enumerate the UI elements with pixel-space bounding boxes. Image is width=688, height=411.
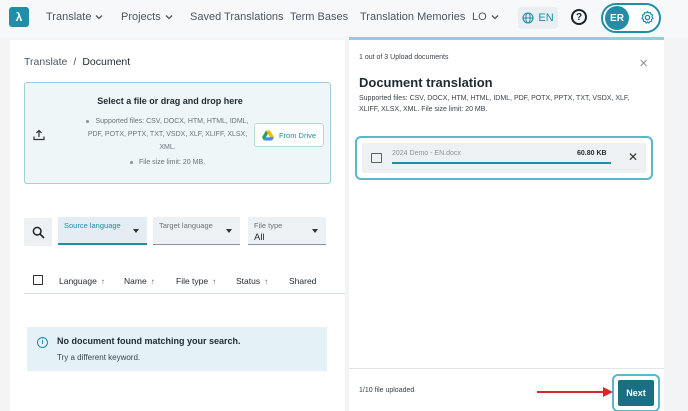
column-shared-label: Shared — [289, 276, 317, 286]
nav-translate[interactable]: Translate — [46, 11, 103, 23]
sort-arrow-icon: ↑ — [212, 277, 217, 286]
source-language-label: Source language — [64, 221, 121, 230]
annotation-arrow-icon — [537, 387, 613, 397]
column-language-label: Language — [59, 276, 97, 286]
next-button-label: Next — [626, 388, 646, 398]
caret-down-icon — [312, 229, 318, 233]
nav-projects[interactable]: Projects — [121, 11, 173, 23]
gear-icon[interactable] — [640, 10, 655, 25]
nav-saved-translations-label: Saved Translations — [190, 11, 284, 23]
top-navigation: λ Translate Projects Saved Translations … — [0, 0, 688, 37]
avatar[interactable]: ER — [605, 6, 629, 30]
globe-icon — [522, 12, 534, 24]
column-shared[interactable]: Shared — [289, 276, 316, 286]
language-selector[interactable]: EN — [518, 7, 558, 29]
file-size: 60.80 KB — [577, 150, 607, 157]
file-type-select[interactable]: File type All — [248, 217, 326, 245]
chevron-down-icon — [95, 15, 103, 20]
uploaded-file-card: 2024 Demo - EN.docx 60.80 KB ✕ — [355, 136, 653, 180]
file-type-label: File type — [254, 221, 283, 230]
nav-translation-memories-label: Translation Memories — [360, 11, 466, 23]
dropzone-supported: Supported files: CSV, DOCX, HTM, HTML, I… — [87, 118, 249, 151]
sort-arrow-icon: ↑ — [264, 277, 269, 286]
chevron-down-icon — [491, 15, 499, 20]
nav-saved-translations[interactable]: Saved Translations — [190, 11, 284, 23]
column-name[interactable]: Name ↑ — [124, 276, 155, 286]
target-language-label: Target language — [159, 221, 213, 230]
search-button[interactable] — [24, 218, 52, 246]
nav-lo-label: LO — [472, 11, 487, 23]
column-status[interactable]: Status ↑ — [236, 276, 268, 286]
search-icon — [32, 226, 45, 239]
caret-down-icon — [133, 229, 139, 233]
nav-translate-label: Translate — [46, 11, 92, 23]
table-header: Language ↑ Name ↑ File type ↑ Status ↑ Share… — [24, 269, 345, 294]
remove-file-icon[interactable]: ✕ — [628, 150, 638, 164]
nav-translation-memories[interactable]: Translation Memories — [360, 11, 465, 23]
column-status-label: Status — [236, 276, 261, 286]
column-language[interactable]: Language ↑ — [59, 276, 105, 286]
footer-divider — [349, 368, 664, 369]
column-file-type[interactable]: File type ↑ — [176, 276, 216, 286]
sort-arrow-icon: ↑ — [150, 277, 155, 286]
empty-state-title: No document found matching your search. — [57, 336, 241, 346]
help-icon[interactable]: ? — [571, 9, 587, 25]
breadcrumb-separator: / — [73, 56, 77, 68]
column-file-type-label: File type — [176, 276, 209, 286]
breadcrumb-current: Document — [82, 56, 131, 68]
next-button-highlight: Next — [612, 374, 660, 411]
nav-projects-label: Projects — [121, 11, 161, 23]
info-icon: i — [37, 337, 48, 348]
logo-glyph: λ — [15, 10, 23, 24]
dropzone-requirements: Supported files: CSV, DOCX, HTM, HTML, I… — [80, 115, 255, 169]
language-code: EN — [538, 12, 554, 24]
empty-state-subtitle: Try a different keyword. — [57, 353, 141, 362]
upload-step-progress: 1 out of 3 Upload documents — [359, 54, 449, 61]
next-button[interactable]: Next — [618, 380, 654, 406]
column-name-label: Name — [124, 276, 147, 286]
close-icon[interactable]: ✕ — [639, 57, 648, 70]
file-name: 2024 Demo - EN.docx — [392, 150, 461, 157]
select-all-checkbox[interactable] — [33, 275, 43, 285]
nav-term-bases[interactable]: Term Bases — [290, 11, 348, 23]
file-image-icon — [371, 153, 382, 163]
app-logo[interactable]: λ — [9, 7, 29, 27]
avatar-initials: ER — [610, 12, 624, 24]
target-language-select[interactable]: Target language — [153, 217, 240, 245]
help-glyph: ? — [575, 11, 583, 23]
file-dropzone[interactable]: Select a file or drag and drop here Supp… — [24, 82, 331, 184]
dropzone-limit: File size limit: 20 MB. — [138, 159, 206, 166]
uploaded-count: 1/10 file uploaded — [359, 387, 415, 394]
from-drive-label: From Drive — [278, 130, 317, 140]
panel-title: Document translation — [359, 75, 493, 90]
file-upload-progress-bar — [392, 162, 611, 164]
file-row: 2024 Demo - EN.docx 60.80 KB ✕ — [362, 143, 646, 173]
document-list-panel: Translate / Document Select a file or dr… — [10, 40, 345, 411]
from-drive-button[interactable]: From Drive — [254, 123, 324, 147]
google-drive-icon — [261, 130, 274, 140]
upload-icon — [33, 129, 45, 141]
caret-down-icon — [226, 229, 232, 233]
file-type-value: All — [254, 232, 265, 243]
chevron-down-icon — [165, 15, 173, 20]
nav-term-bases-label: Term Bases — [290, 11, 349, 23]
dropzone-title: Select a file or drag and drop here — [97, 96, 243, 106]
source-language-select[interactable]: Source language — [58, 217, 147, 245]
breadcrumb: Translate / Document — [24, 56, 130, 68]
sort-arrow-icon: ↑ — [100, 277, 105, 286]
breadcrumb-root[interactable]: Translate — [24, 56, 67, 68]
empty-state-notice: i No document found matching your search… — [27, 327, 327, 371]
panel-subtitle: Supported files: CSV, DOCX, HTM, HTML, I… — [359, 95, 630, 113]
nav-lo[interactable]: LO — [472, 11, 499, 23]
document-translation-panel: 1 out of 3 Upload documents ✕ Document t… — [349, 37, 664, 411]
